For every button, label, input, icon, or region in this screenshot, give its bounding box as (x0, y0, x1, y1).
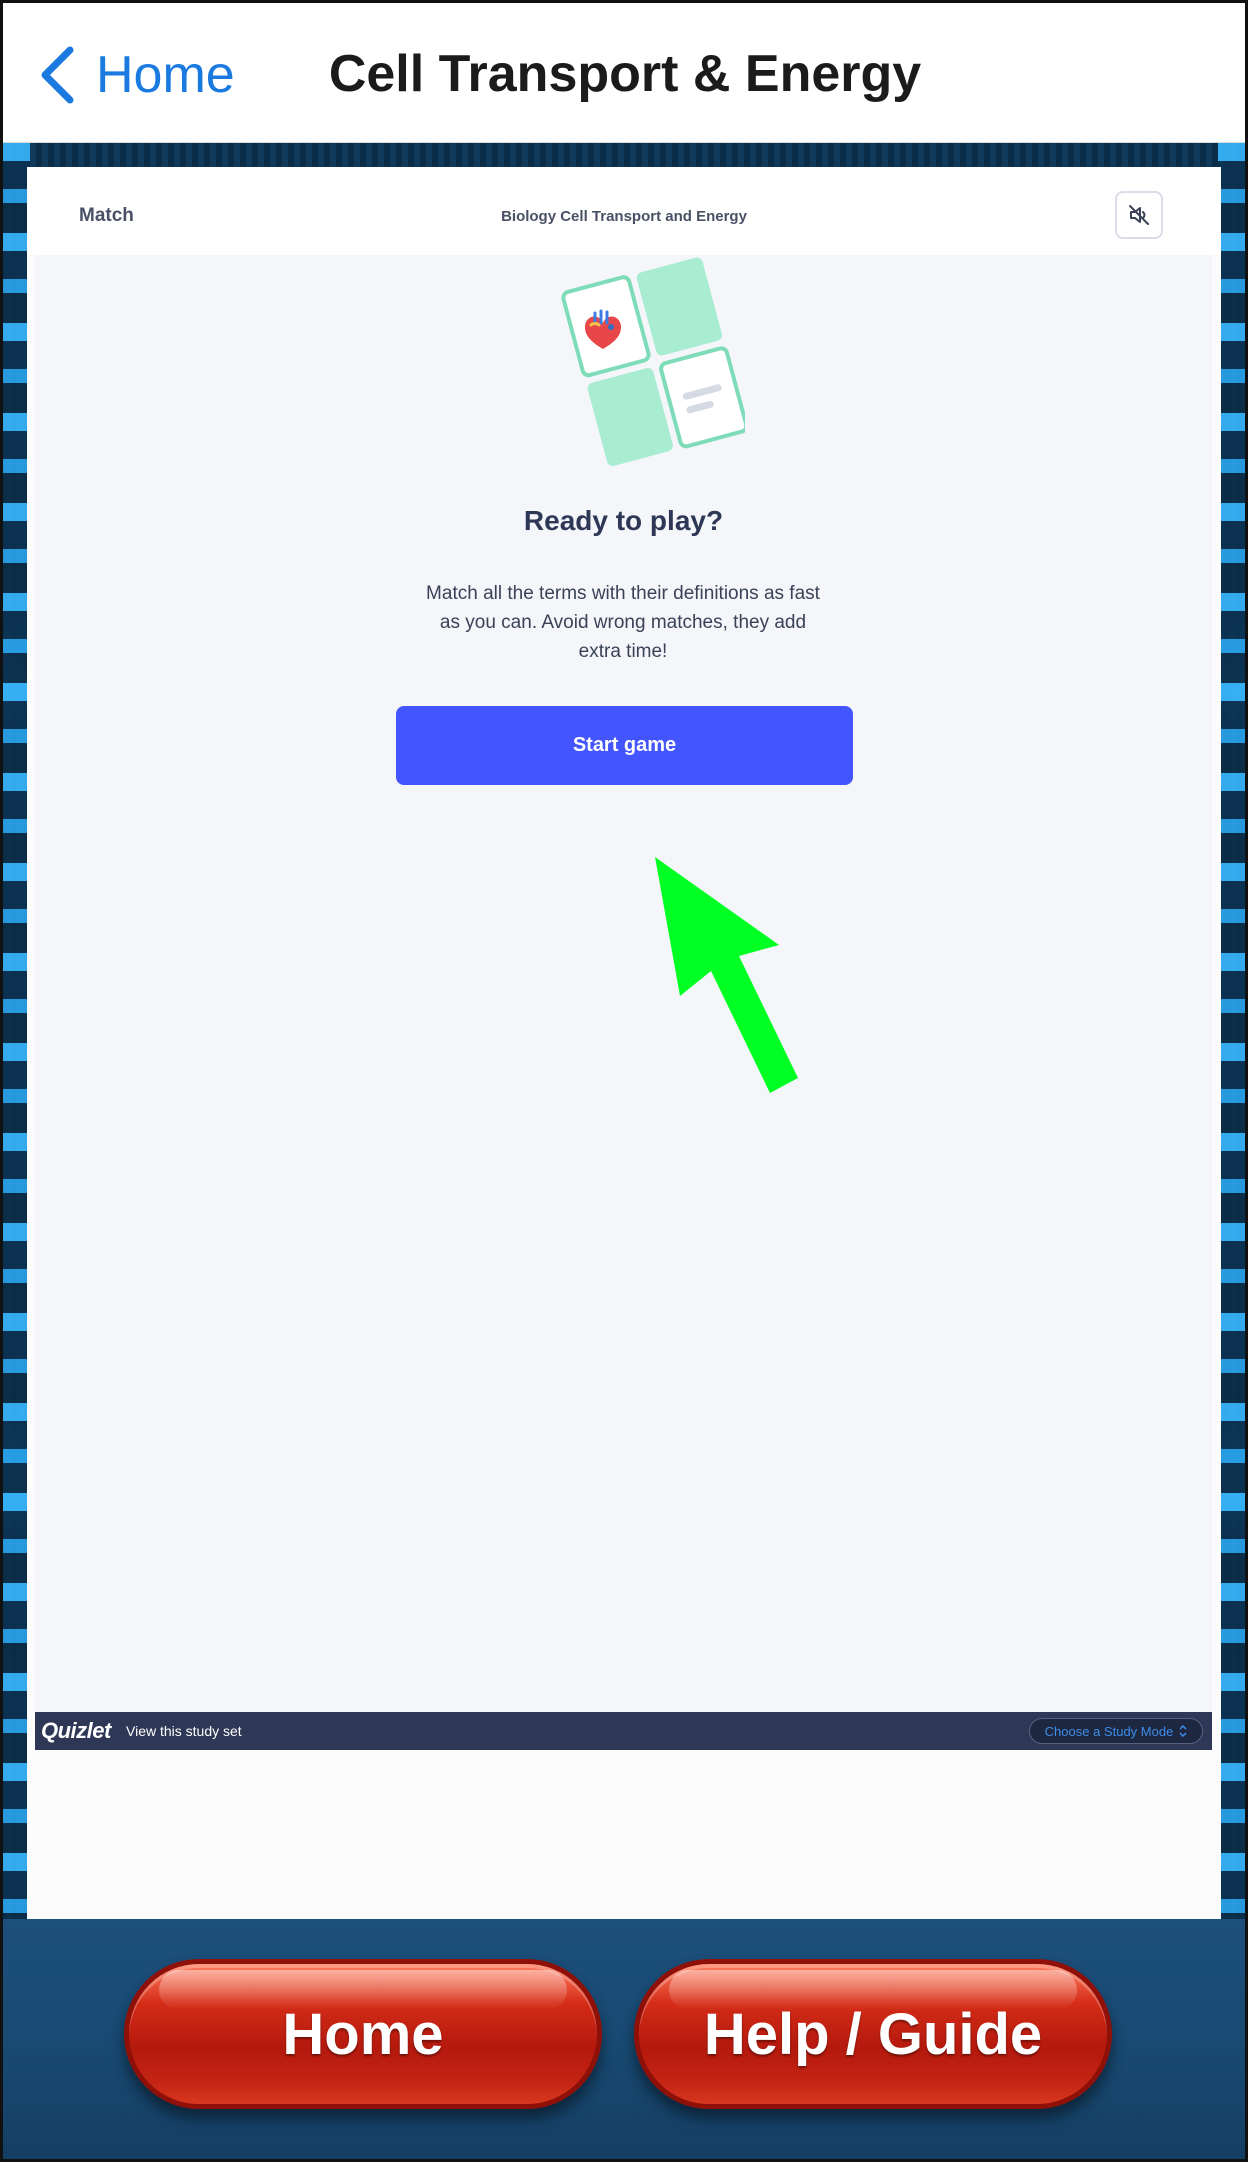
quizlet-footer-bar: Quizlet View this study set Choose a Stu… (35, 1712, 1212, 1750)
bottom-toolbar: Home Help / Guide (0, 1919, 1248, 2162)
start-game-button[interactable]: Start game (396, 706, 853, 785)
speaker-muted-icon (1129, 205, 1149, 225)
quiz-mode-label[interactable]: Match (79, 205, 134, 227)
page-title: Cell Transport & Energy (328, 45, 922, 103)
mute-button[interactable] (1115, 191, 1163, 239)
left-edge-decoration (0, 143, 30, 1920)
right-edge-decoration (1218, 143, 1248, 1920)
help-guide-button-label: Help / Guide (703, 2001, 1043, 2067)
ready-heading: Ready to play? (523, 505, 724, 536)
study-mode-select[interactable]: Choose a Study Mode (1029, 1718, 1203, 1744)
view-study-set-link[interactable]: View this study set (126, 1723, 242, 1739)
match-cards-illustration (561, 257, 745, 466)
game-instructions: Match all the terms with their definitio… (426, 583, 820, 662)
quiz-header: Match Biology Cell Transport and Energy (27, 167, 1221, 255)
back-button[interactable]: Home (36, 40, 235, 110)
home-button-label: Home (282, 2001, 444, 2067)
quizlet-logo[interactable]: Quizlet (41, 1718, 111, 1744)
home-button[interactable]: Home (124, 1959, 602, 2109)
help-guide-button[interactable]: Help / Guide (634, 1959, 1112, 2109)
navigation-bar: Home Cell Transport & Energy (0, 0, 1248, 143)
quiz-body: Ready to play? Match all the terms with … (35, 255, 1212, 1714)
select-arrows-icon (1179, 1725, 1187, 1737)
study-set-title: Biology Cell Transport and Energy (501, 208, 747, 225)
pointer-arrow-icon (655, 857, 798, 1093)
quizlet-webview: Match Biology Cell Transport and Energy (27, 167, 1221, 1919)
chevron-left-icon (41, 46, 74, 104)
back-button-label: Home (96, 46, 235, 104)
study-mode-label: Choose a Study Mode (1044, 1723, 1174, 1739)
